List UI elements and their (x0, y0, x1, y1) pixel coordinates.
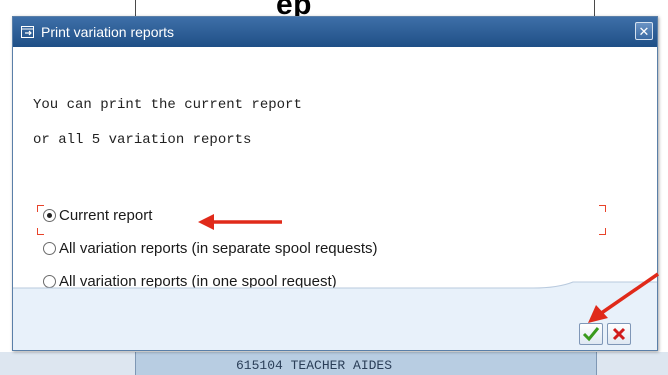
annotation-arrow-icon (198, 214, 282, 230)
background-row-text: 615104 TEACHER AIDES (236, 358, 393, 373)
option-label: All variation reports (in separate spool… (59, 240, 378, 257)
annotation-arrow-icon (588, 272, 659, 323)
option-all-separate[interactable]: All variation reports (in separate spool… (43, 240, 378, 257)
message-line-2: or all 5 variation reports (33, 132, 252, 148)
radio-button-selected[interactable] (43, 209, 56, 222)
focus-corner (599, 228, 606, 235)
footer-divider (13, 281, 657, 300)
close-icon: ✕ (638, 24, 650, 39)
print-variation-dialog: Print variation reports ✕ You can print … (12, 16, 658, 351)
close-button[interactable]: ✕ (635, 22, 653, 40)
focus-corner (37, 228, 44, 235)
print-dialog-icon (21, 25, 35, 39)
option-current-report[interactable]: Current report (43, 207, 152, 224)
dialog-titlebar[interactable]: Print variation reports ✕ (13, 17, 657, 47)
dialog-title: Print variation reports (41, 24, 175, 40)
message-line-1: You can print the current report (33, 97, 302, 113)
option-label: Current report (59, 207, 153, 224)
focus-corner (599, 205, 606, 212)
radio-button[interactable] (43, 242, 56, 255)
